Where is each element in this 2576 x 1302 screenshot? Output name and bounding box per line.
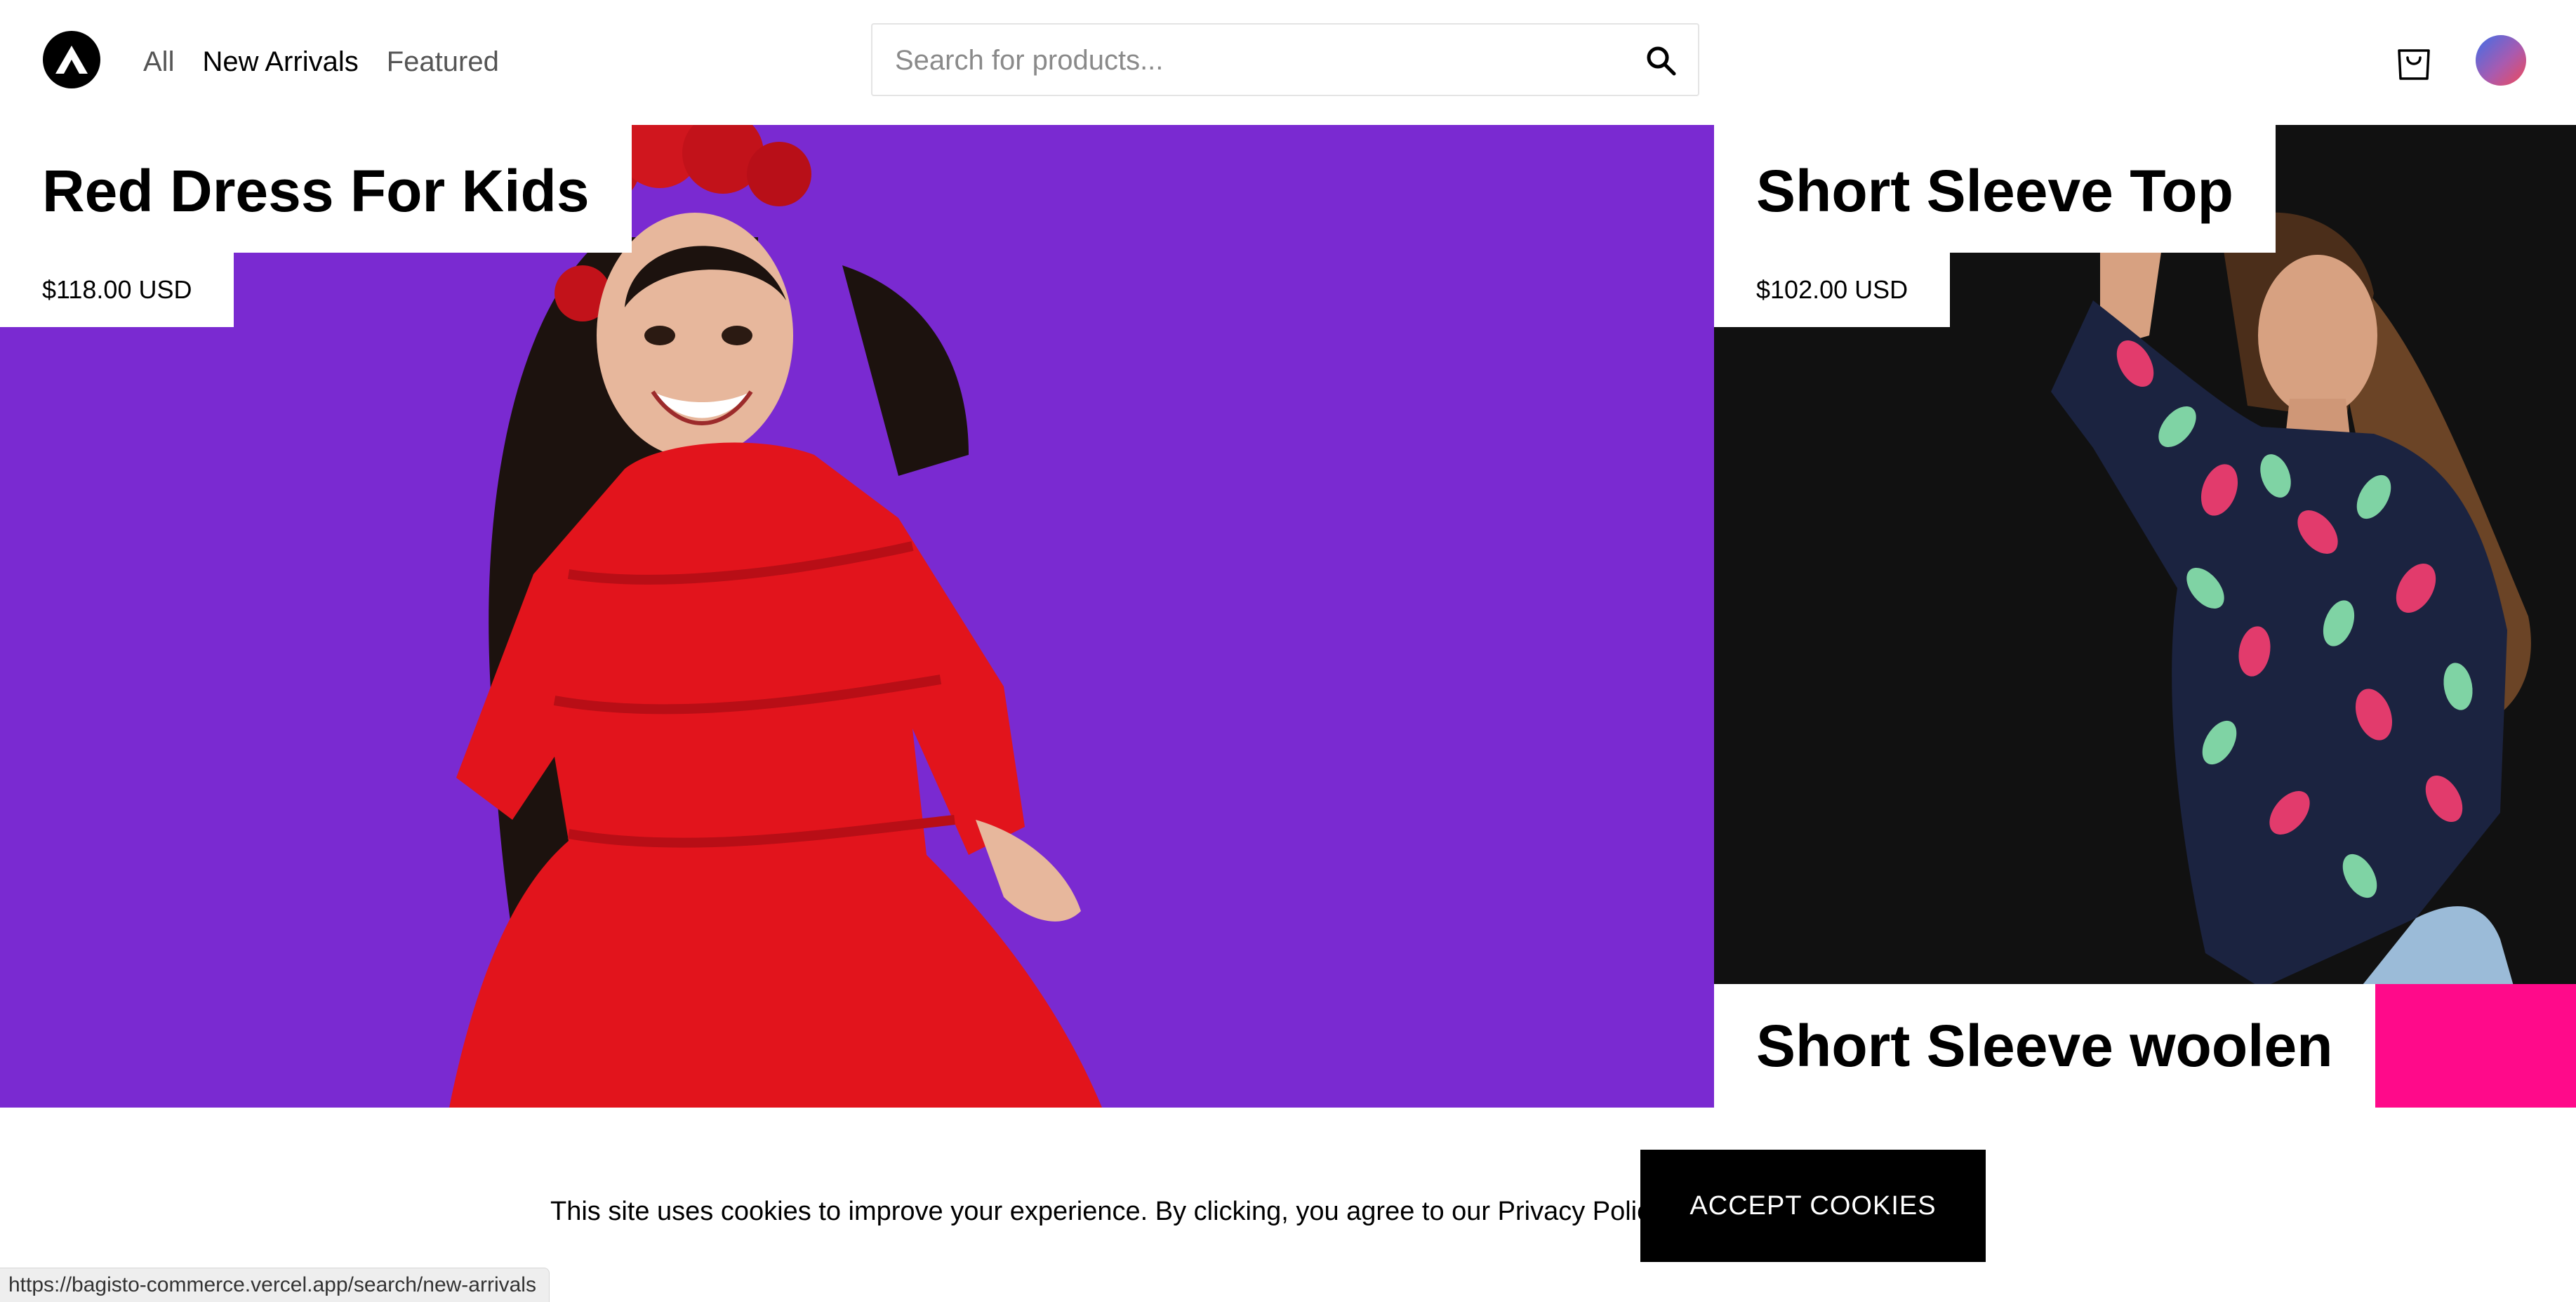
accept-cookies-button[interactable]: ACCEPT COOKIES [1640, 1150, 1986, 1262]
search-box [871, 23, 1699, 96]
nav-link-new-arrivals[interactable]: New Arrivals [202, 42, 358, 81]
product-image-short-sleeve-top [2051, 206, 2531, 984]
search-input[interactable] [894, 25, 1598, 96]
product-tile-red-dress[interactable]: Red Dress For Kids $118.00 USD [0, 125, 1714, 1108]
product-tile-short-sleeve-top[interactable]: Short Sleeve Top $102.00 USD [1714, 125, 2576, 984]
product-price: $102.00 USD [1714, 253, 1951, 327]
product-title[interactable]: Short Sleeve Top [1714, 125, 2276, 253]
product-title[interactable]: Red Dress For Kids [0, 125, 632, 253]
nav-link-featured[interactable]: Featured [387, 42, 499, 81]
site-header: All New Arrivals Featured [0, 0, 2576, 125]
product-tile-short-sleeve-woolen[interactable]: Short Sleeve woolen [1714, 984, 2576, 1108]
product-image-red-dress [449, 125, 1102, 1108]
product-image-short-sleeve-woolen [2353, 984, 2576, 1108]
shopping-bag-icon[interactable] [2392, 39, 2436, 83]
nav-link-all[interactable]: All [143, 42, 174, 81]
product-price: $118.00 USD [0, 253, 234, 327]
cookie-message: This site uses cookies to improve your e… [550, 1197, 1669, 1226]
brand-logo-icon[interactable] [43, 31, 100, 88]
link-preview-url: https://bagisto-commerce.vercel.app/sear… [0, 1268, 550, 1302]
user-avatar[interactable] [2476, 35, 2526, 86]
product-title[interactable]: Short Sleeve woolen [1714, 984, 2375, 1108]
main-nav: All New Arrivals Featured [143, 42, 499, 81]
search-icon[interactable] [1645, 44, 1677, 77]
